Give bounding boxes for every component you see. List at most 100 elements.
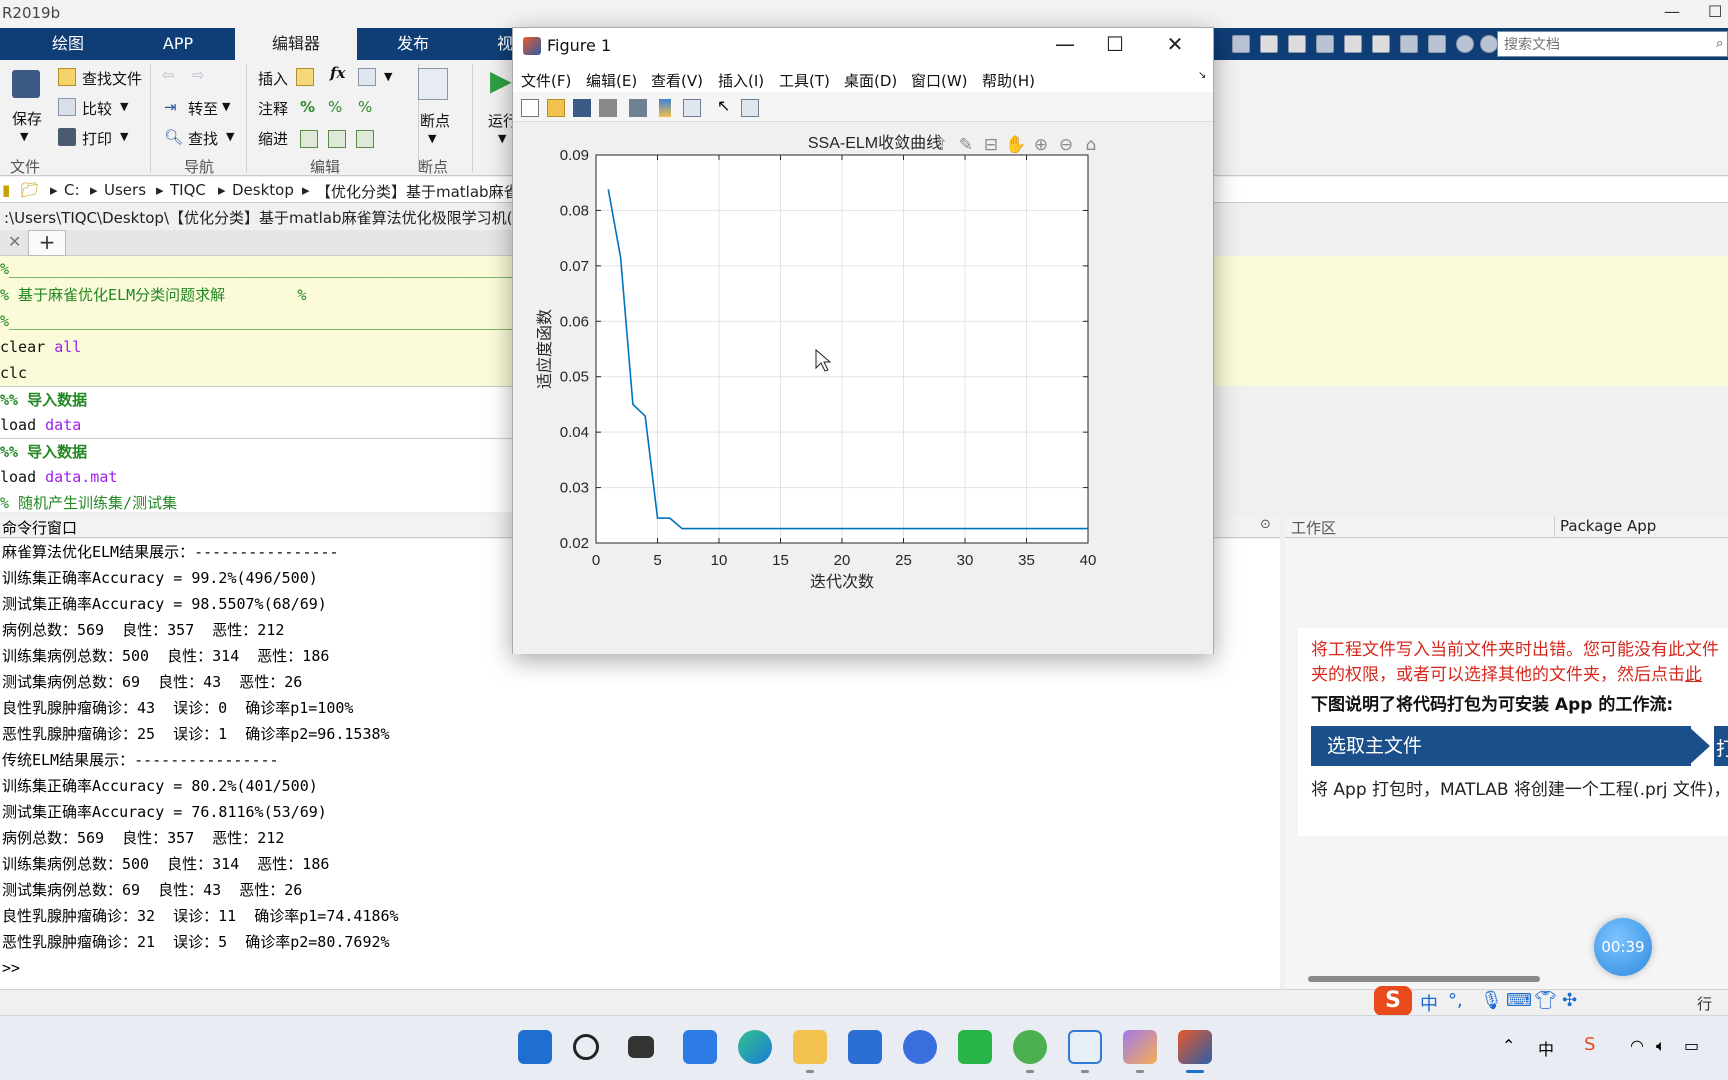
chevron-down-icon[interactable]: ▼ [120, 100, 128, 113]
menu-insert[interactable]: 插入(I) [718, 70, 764, 91]
save-figure-icon[interactable] [573, 99, 591, 117]
preferences-icon[interactable] [1428, 35, 1446, 53]
minimize-icon[interactable]: — [1664, 2, 1680, 21]
chevron-down-icon[interactable]: ▼ [428, 132, 436, 145]
smart-indent-icon[interactable] [300, 130, 318, 148]
ie-browser-icon[interactable] [1013, 1030, 1047, 1064]
insert-section-icon[interactable] [296, 68, 314, 86]
tab-editor[interactable]: 编辑器 [235, 28, 357, 60]
pan-icon[interactable]: ✋ [1005, 134, 1026, 155]
add-tab-button[interactable]: + [28, 230, 66, 256]
breadcrumb-item[interactable]: TIQC [170, 181, 206, 199]
code-editor[interactable]: %_______________________________________… [0, 256, 515, 512]
save-button[interactable]: 保存 [12, 108, 42, 129]
copy-icon[interactable] [1288, 35, 1306, 53]
tab-publish[interactable]: 发布 [365, 28, 461, 60]
menu-desktop[interactable]: 桌面(D) [844, 70, 897, 91]
matlab-icon[interactable] [1178, 1030, 1212, 1064]
search-input[interactable] [1497, 31, 1728, 57]
fx-icon[interactable]: fx [330, 64, 345, 82]
task-view-icon[interactable] [628, 1036, 654, 1058]
breadcrumb-item[interactable]: 【优化分类】基于matlab麻雀 [316, 181, 516, 202]
chevron-down-icon[interactable]: ▼ [20, 130, 28, 143]
recording-timer[interactable]: 00:39 [1594, 918, 1652, 976]
menu-view[interactable]: 查看(V) [651, 70, 703, 91]
step-package[interactable]: 打 [1714, 726, 1728, 766]
help-icon[interactable] [1456, 35, 1474, 53]
percent-comment-icon[interactable]: % [300, 98, 315, 116]
menu-tools[interactable]: 工具(T) [779, 70, 830, 91]
ime-punctuation[interactable]: °, [1448, 990, 1463, 1011]
pointer-icon[interactable]: ↖ [717, 96, 735, 115]
chevron-up-icon[interactable]: ⌃ [1502, 1036, 1515, 1055]
skin-icon[interactable]: 👕︎ [1534, 990, 1557, 1011]
legend-icon[interactable] [683, 99, 701, 117]
snipping-tool-icon[interactable] [1068, 1030, 1102, 1064]
maximize-icon[interactable]: ☐ [1708, 2, 1722, 21]
convergence-plot[interactable]: 0 5 10 15 20 25 30 35 40 0.02 0.03 0.04 0.05 0.06 0.07… [513, 124, 1213, 654]
menu-help[interactable]: 帮助(H) [982, 70, 1035, 91]
print-icon[interactable] [599, 99, 617, 117]
ime-tray-icon[interactable]: 中 [1538, 1036, 1554, 1060]
breadcrumb-item[interactable]: Users [104, 181, 146, 199]
colorbar-icon[interactable] [659, 99, 671, 117]
menu-edit[interactable]: 编辑(E) [586, 70, 637, 91]
dropdown-icon[interactable] [1480, 35, 1498, 53]
sogou-ime-icon[interactable]: S [1374, 986, 1412, 1016]
undo-icon[interactable] [1344, 35, 1362, 53]
maximize-icon[interactable]: ☐ [1095, 32, 1135, 56]
goto-button[interactable]: 转至 [188, 98, 218, 119]
save-icon[interactable] [12, 70, 40, 98]
print-button[interactable]: 打印 [82, 128, 112, 149]
switch-windows-icon[interactable] [1400, 35, 1418, 53]
search-icon[interactable] [573, 1034, 599, 1060]
breakpoints-icon[interactable] [418, 68, 448, 100]
zoom-out-icon[interactable]: ⊖ [1059, 135, 1073, 155]
photos-icon[interactable] [1123, 1030, 1157, 1064]
panel-menu-icon[interactable]: ⊙ [1260, 517, 1271, 532]
step-select-main-file[interactable]: 选取主文件 [1311, 726, 1691, 766]
chevron-down-icon[interactable]: ▼ [384, 70, 392, 83]
link-plot-icon[interactable] [629, 99, 647, 117]
indent-icon[interactable] [328, 130, 346, 148]
search-icon[interactable]: ⌕ [1716, 36, 1723, 51]
paste-icon[interactable] [1316, 35, 1334, 53]
breadcrumb-item[interactable]: Desktop [232, 181, 294, 199]
chevron-down-icon[interactable]: ▼ [226, 130, 234, 143]
sogou-tray-icon[interactable]: S [1584, 1034, 1595, 1055]
close-icon[interactable]: ✕ [1155, 32, 1195, 56]
file-explorer-icon[interactable] [793, 1030, 827, 1064]
edge-browser-icon[interactable] [738, 1030, 772, 1064]
back-arrow-icon[interactable]: ⇦ [162, 66, 175, 84]
new-figure-icon[interactable] [521, 99, 539, 117]
figure-title-bar[interactable]: Figure 1 — ☐ ✕ [513, 28, 1213, 64]
widgets-icon[interactable] [683, 1030, 717, 1064]
horizontal-scrollbar[interactable] [1308, 976, 1540, 982]
figure-window[interactable]: Figure 1 — ☐ ✕ 文件(F) 编辑(E) 查看(V) 插入(I) 工… [512, 27, 1214, 654]
property-inspector-icon[interactable] [741, 99, 759, 117]
menu-file[interactable]: 文件(F) [521, 70, 571, 91]
mail-icon[interactable] [848, 1030, 882, 1064]
menu-window[interactable]: 窗口(W) [911, 70, 968, 91]
cut-icon[interactable] [1260, 35, 1278, 53]
save-icon[interactable] [1232, 35, 1250, 53]
microphone-icon[interactable]: 🎙︎ [1480, 990, 1503, 1011]
windows-start-icon[interactable] [518, 1030, 552, 1064]
find-button[interactable]: 查找 [188, 128, 218, 149]
toolbox-icon[interactable]: ✣ [1562, 990, 1577, 1011]
wrap-comment-icon[interactable]: % [358, 98, 372, 116]
tab-apps[interactable]: APP [130, 28, 226, 60]
undock-icon[interactable]: ↘ [1198, 70, 1206, 81]
breadcrumb-item[interactable]: C: [64, 181, 80, 199]
chevron-down-icon[interactable]: ▼ [498, 132, 506, 145]
chevron-down-icon[interactable]: ▼ [120, 130, 128, 143]
tab-plots[interactable]: 绘图 [20, 28, 116, 60]
breakpoints-button[interactable]: 断点 [420, 110, 450, 131]
home-icon[interactable]: ⌂ [1086, 135, 1097, 155]
lark-icon[interactable] [903, 1030, 937, 1064]
redo-icon[interactable] [1372, 35, 1390, 53]
uncomment-icon[interactable]: % [328, 98, 342, 116]
wechat-icon[interactable] [958, 1030, 992, 1064]
forward-arrow-icon[interactable]: ⇨ [192, 66, 205, 84]
command-prompt[interactable]: >> [2, 955, 20, 981]
